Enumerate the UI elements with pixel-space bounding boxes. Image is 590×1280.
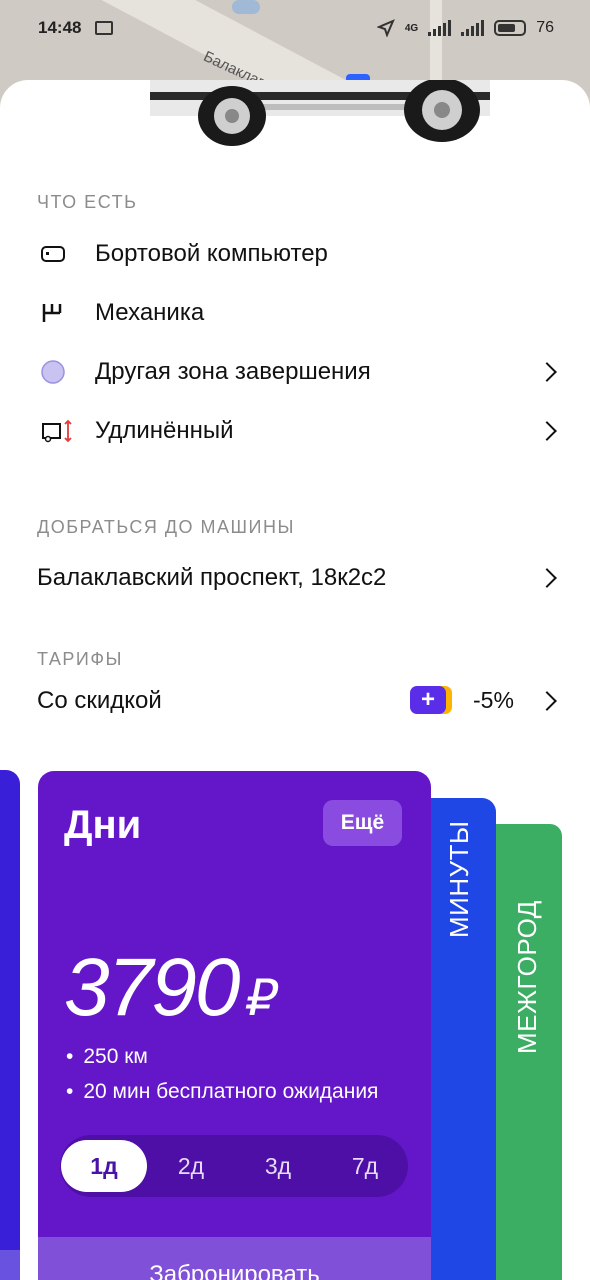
location-arrow-icon (376, 19, 395, 37)
chevron-right-icon (537, 691, 557, 711)
feature-label: Другая зона завершения (95, 358, 371, 385)
duration-option-7d[interactable]: 7д (322, 1140, 408, 1192)
feature-row-other-zone[interactable]: Другая зона завершения (0, 352, 590, 392)
network-type: 4G (404, 22, 419, 34)
tariff-card-minutes[interactable]: МИНУТЫ (420, 798, 496, 1280)
chevron-right-icon (537, 421, 557, 441)
minutes-label: МИНУТЫ (444, 820, 474, 938)
get-to-car-section-label: ДОБРАТЬСЯ ДО МАШИНЫ (37, 517, 295, 537)
status-bar: 14:48 4G 76 (0, 0, 590, 56)
tariff-title: Дни (64, 803, 142, 847)
battery-level: 76 (536, 19, 554, 36)
feature-row-long[interactable]: Удлинённый (0, 411, 590, 451)
battery-icon (494, 20, 527, 36)
status-time: 14:48 (38, 18, 82, 37)
chevron-right-icon (537, 568, 557, 588)
feature-label: Бортовой компьютер (95, 240, 328, 267)
chevron-right-icon (537, 362, 557, 382)
signal-icon (461, 20, 485, 36)
tariff-feature: 20 мин бесплатного ожидания (66, 1080, 378, 1104)
onboard-computer-icon (40, 245, 80, 263)
address-row[interactable]: Балаклавский проспект, 18к2с2 (0, 558, 590, 598)
book-button-label: Забронировать (149, 1261, 320, 1280)
discount-label: Со скидкой (37, 687, 162, 714)
zone-circle-icon (40, 359, 80, 385)
tariff-feature: 250 км (66, 1045, 148, 1069)
feature-row-manual: Механика (0, 293, 590, 333)
long-van-icon (40, 418, 80, 444)
intercity-label: МЕЖГОРОД (512, 900, 542, 1054)
car-details-sheet[interactable]: ЧТО ЕСТЬ Бортовой компьютер Механика Дру… (0, 80, 590, 1280)
book-button[interactable]: Забронировать (38, 1237, 431, 1280)
more-button[interactable]: Ещё (323, 800, 402, 846)
tariff-price: 3790 ₽ (64, 942, 278, 1033)
plus-badge-icon: + (410, 686, 452, 714)
duration-option-2d[interactable]: 2д (148, 1140, 234, 1192)
duration-option-3d[interactable]: 3д (235, 1140, 321, 1192)
tariff-card-intercity[interactable]: МЕЖГОРОД (496, 824, 562, 1280)
feature-row-onboard-computer: Бортовой компьютер (0, 234, 590, 274)
duration-option-1d[interactable]: 1д (61, 1140, 147, 1192)
car-image (150, 80, 490, 146)
currency-symbol: ₽ (246, 970, 278, 1026)
discount-value: -5% (473, 687, 514, 713)
features-section-label: ЧТО ЕСТЬ (37, 192, 138, 212)
tariffs-section-label: ТАРИФЫ (37, 649, 123, 669)
tariff-card-previous[interactable] (0, 770, 20, 1280)
mail-icon (95, 21, 114, 35)
signal-icon (428, 20, 452, 36)
duration-selector[interactable]: 1д 2д 3д 7д (60, 1135, 408, 1197)
car-address: Балаклавский проспект, 18к2с2 (37, 564, 387, 591)
tariff-card-days[interactable]: Дни Ещё 3790₽ 250 км 20 мин бесплатного … (38, 771, 431, 1280)
feature-label: Механика (95, 299, 205, 326)
manual-gearbox-icon (40, 302, 80, 324)
feature-label: Удлинённый (95, 417, 234, 444)
